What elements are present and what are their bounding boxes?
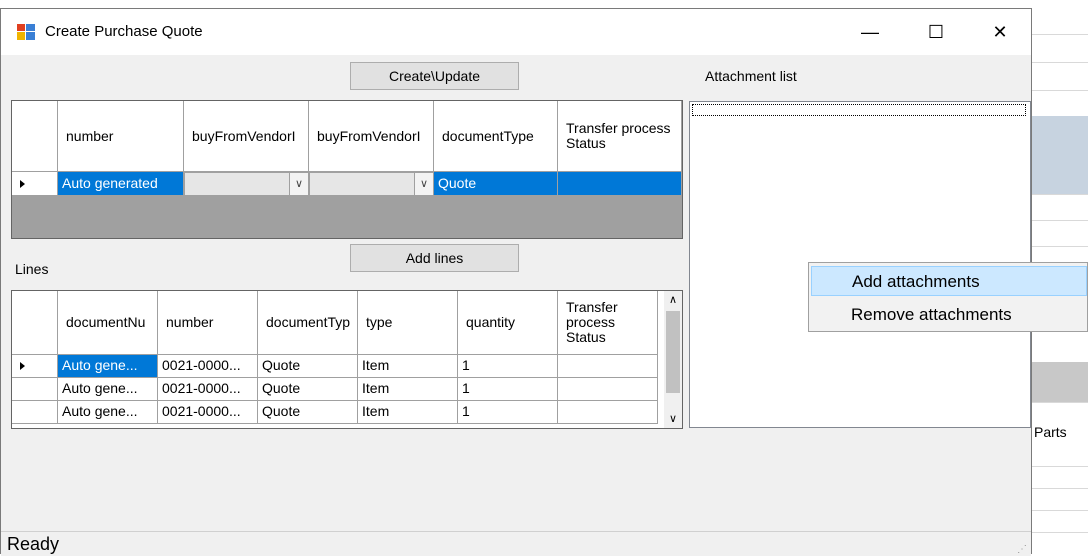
maximize-button[interactable]: ☐	[913, 9, 959, 55]
status-text: Ready	[7, 534, 60, 554]
bg-row	[1030, 220, 1088, 247]
row-header[interactable]	[12, 378, 58, 401]
window-title: Create Purchase Quote	[45, 23, 203, 40]
title-bar[interactable]: Create Purchase Quote — ☐ ✕	[1, 9, 1031, 55]
column-header-transfer-status[interactable]: Transfer process Status	[558, 291, 658, 355]
table-cell[interactable]: Item	[358, 378, 458, 401]
current-row-indicator-icon	[20, 180, 25, 188]
column-header-documentnumber[interactable]: documentNu	[58, 291, 158, 355]
column-header-buyfromvendor-2[interactable]: buyFromVendorI	[309, 101, 434, 172]
cell-number[interactable]: Auto generated	[58, 172, 184, 196]
lines-grid[interactable]: documentNu number documentTyp type quant…	[11, 290, 683, 429]
cell-documenttype[interactable]: Quote	[434, 172, 558, 196]
bg-row-selected	[1030, 168, 1088, 195]
app-icon	[17, 24, 35, 40]
add-lines-button[interactable]: Add lines	[350, 244, 519, 272]
table-cell[interactable]: 0021-0000...	[158, 355, 258, 378]
bg-header-band	[1030, 362, 1088, 403]
bg-row	[1030, 34, 1088, 63]
menu-item-add-attachments[interactable]: Add attachments	[811, 266, 1087, 296]
column-header-type[interactable]: type	[358, 291, 458, 355]
scrollbar-thumb[interactable]	[666, 311, 680, 393]
header-grid[interactable]: number buyFromVendorI buyFromVendorI doc…	[11, 100, 683, 239]
bg-row-selected	[1030, 142, 1088, 169]
table-cell[interactable]: Item	[358, 401, 458, 424]
focus-rectangle	[692, 104, 1026, 116]
bg-row	[1030, 62, 1088, 91]
row-header[interactable]	[12, 172, 58, 196]
table-cell[interactable]	[558, 401, 658, 424]
table-cell[interactable]: Auto gene...	[58, 401, 158, 424]
lines-label: Lines	[15, 261, 49, 277]
menu-item-remove-attachments[interactable]: Remove attachments	[811, 300, 1087, 330]
cell-transfer-status[interactable]	[558, 172, 682, 196]
scroll-up-icon[interactable]: ∧	[664, 291, 682, 309]
bg-row	[1030, 0, 1088, 35]
table-cell[interactable]: Quote	[258, 378, 358, 401]
column-header-number[interactable]: number	[58, 101, 184, 172]
table-cell[interactable]: Item	[358, 355, 458, 378]
vendor-combo-2[interactable]: ∨	[309, 172, 434, 196]
bg-row	[1030, 466, 1088, 489]
column-header-documenttype[interactable]: documentTyp	[258, 291, 358, 355]
row-header[interactable]	[12, 355, 58, 378]
grid-corner	[12, 101, 58, 172]
column-header-documenttype[interactable]: documentType	[434, 101, 558, 172]
table-cell[interactable]: 1	[458, 401, 558, 424]
table-cell[interactable]	[558, 355, 658, 378]
vendor-combo-1[interactable]: ∨	[184, 172, 309, 196]
scroll-down-icon[interactable]: ∨	[664, 410, 682, 428]
bg-row	[1030, 510, 1088, 533]
bg-row	[1030, 444, 1088, 467]
bg-row	[1030, 488, 1088, 511]
resize-grip-icon[interactable]: ⋰	[1017, 544, 1027, 555]
grid-corner	[12, 291, 58, 355]
table-cell[interactable]	[558, 378, 658, 401]
table-cell[interactable]: Quote	[258, 355, 358, 378]
chevron-down-icon[interactable]: ∨	[414, 173, 433, 195]
minimize-button[interactable]: —	[847, 9, 893, 55]
table-cell[interactable]: Quote	[258, 401, 358, 424]
bg-row	[1030, 90, 1088, 117]
context-menu: Add attachments Remove attachments	[808, 262, 1088, 332]
table-cell[interactable]: Auto gene...	[58, 378, 158, 401]
bg-row	[1030, 194, 1088, 221]
table-cell[interactable]: 1	[458, 355, 558, 378]
column-header-number[interactable]: number	[158, 291, 258, 355]
column-header-buyfromvendor-1[interactable]: buyFromVendorI	[184, 101, 309, 172]
row-header[interactable]	[12, 401, 58, 424]
column-header-quantity[interactable]: quantity	[458, 291, 558, 355]
table-cell[interactable]: Auto gene...	[58, 355, 158, 378]
status-bar: Ready ⋰	[1, 531, 1031, 556]
create-update-button[interactable]: Create\Update	[350, 62, 519, 90]
attachment-list-label: Attachment list	[705, 68, 797, 84]
bg-row-selected	[1030, 116, 1088, 143]
table-cell[interactable]: 1	[458, 378, 558, 401]
close-button[interactable]: ✕	[977, 9, 1023, 55]
column-header-transfer-status[interactable]: Transfer process Status	[558, 101, 682, 172]
current-row-indicator-icon	[20, 362, 25, 370]
table-cell[interactable]: 0021-0000...	[158, 378, 258, 401]
table-cell[interactable]: 0021-0000...	[158, 401, 258, 424]
bg-column-label: Parts	[1034, 424, 1067, 440]
vertical-scrollbar[interactable]: ∧ ∨	[664, 291, 682, 428]
chevron-down-icon[interactable]: ∨	[289, 173, 308, 195]
